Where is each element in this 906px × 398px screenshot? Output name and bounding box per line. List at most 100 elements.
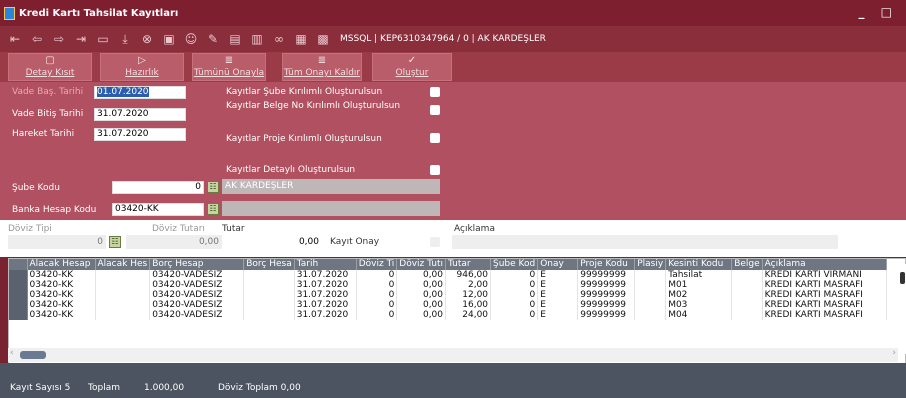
table-cell[interactable] [243,300,295,310]
table-cell[interactable]: 99999999 [577,280,636,290]
column-header[interactable]: Alacak Hes [95,259,151,270]
table-cell[interactable]: 03420-KK [27,290,96,300]
table-cell[interactable] [243,290,295,300]
table-row[interactable]: 03420-KK 03420-VADESIZ 31.07.2020 0 0,00 946,… [9,270,887,280]
table-cell[interactable] [634,300,667,310]
table-cell[interactable]: 0,00 [396,300,447,310]
column-header[interactable]: Döviz Tutı [396,259,447,270]
column-header[interactable]: Borç Hesa [243,259,295,270]
column-header[interactable]: Döviz Ti [356,259,398,270]
table-cell[interactable]: 24,00 [445,310,492,320]
table-cell[interactable] [634,280,667,290]
filter-icon[interactable]: ▤ [228,32,242,46]
table-cell[interactable]: 99999999 [577,270,636,280]
table-cell[interactable]: 0 [490,290,539,300]
table-cell[interactable]: E [537,280,579,290]
table-cell[interactable]: 03420-KK [27,300,96,310]
row-selector[interactable] [9,270,28,280]
table-cell[interactable]: KREDİ KARTI VİRMANI [762,270,887,280]
table-cell[interactable]: 03420-KK [27,270,96,280]
row-selector[interactable] [9,310,28,320]
table-cell[interactable] [95,280,151,290]
table-cell[interactable] [634,270,667,280]
sube-lookup-icon[interactable]: ☷ [207,181,219,193]
table-cell[interactable]: 0 [490,280,539,290]
table-cell[interactable]: 31.07.2020 [294,300,357,310]
table-cell[interactable] [95,270,151,280]
table-cell[interactable]: 0,00 [396,280,447,290]
hscroll-thumb[interactable] [20,351,46,359]
column-header[interactable]: Plasiy [634,259,667,270]
opt-detayli-checkbox[interactable] [430,165,440,175]
window-controls[interactable]: _ □ [858,5,898,19]
table-cell[interactable]: 03420-VADESIZ [149,290,245,300]
table-cell[interactable]: 946,00 [445,270,492,280]
table-cell[interactable]: KREDİ KARTI MASRAFI [762,290,887,300]
table-cell[interactable]: 0,00 [396,310,447,320]
table-cell[interactable] [243,280,295,290]
kayit-onay-checkbox[interactable] [430,237,440,247]
table-cell[interactable]: 03420-VADESIZ [149,280,245,290]
calendar-icon[interactable]: ▣ [162,32,176,46]
table-cell[interactable]: KREDİ KARTI MASRAFI [762,300,887,310]
table-row[interactable]: 03420-KK 03420-VADESIZ 31.07.2020 0 0,00 12,0… [9,290,887,300]
next-icon[interactable]: ⇨ [52,32,66,46]
table-cell[interactable]: 03420-VADESIZ [149,310,245,320]
table-cell[interactable]: 03420-KK [27,280,96,290]
vscroll-thumb[interactable] [900,272,905,284]
hareket-input[interactable]: 31.07.2020 [94,128,186,141]
column-header[interactable]: Açıklama [762,259,887,270]
table-cell[interactable]: 0 [356,310,398,320]
table-cell[interactable]: KREDİ KARTI MASRAFI [762,310,887,320]
detay-kisit-button[interactable]: ▢ Detay Kısıt [8,53,92,81]
table-cell[interactable]: M03 [665,300,733,310]
row-selector[interactable] [9,300,28,310]
scroll-left-icon[interactable]: ‹ [10,348,14,358]
table-cell[interactable]: 99999999 [577,290,636,300]
table-cell[interactable] [95,300,151,310]
row-selector[interactable] [9,290,28,300]
document-icon[interactable]: ▥ [250,32,264,46]
column-header[interactable]: Proje Kodu [577,259,636,270]
list-icon[interactable]: ▭ [96,32,110,46]
banka-input[interactable]: 03420-KK [112,203,204,216]
table-cell[interactable]: E [537,310,579,320]
table-cell[interactable]: E [537,270,579,280]
table-cell[interactable]: 03420-KK [27,310,96,320]
table-cell[interactable] [731,300,763,310]
table-cell[interactable]: 31.07.2020 [294,270,357,280]
user-icon[interactable]: ☺ [184,32,198,46]
column-header[interactable]: Kesinti Kodu [665,259,733,270]
prev-icon[interactable]: ⇦ [30,32,44,46]
table-cell[interactable]: 0 [356,300,398,310]
tum-onayi-kaldir-button[interactable]: ≣ Tüm Onayı Kaldır [282,53,362,81]
hazirlik-button[interactable]: ▷ Hazırlık [100,53,184,81]
column-header[interactable]: Alacak Hesap [27,259,96,270]
opt-proje-checkbox[interactable] [430,133,440,143]
horizontal-scrollbar[interactable]: ‹ › [8,348,898,362]
table-cell[interactable]: 31.07.2020 [294,310,357,320]
table-cell[interactable] [634,310,667,320]
table-cell[interactable]: 0 [356,290,398,300]
column-header[interactable]: Tarih [294,259,357,270]
table-cell[interactable]: E [537,290,579,300]
table-cell[interactable] [731,290,763,300]
table-cell[interactable]: M02 [665,290,733,300]
column-header[interactable]: Şube Kod [490,259,539,270]
table-cell[interactable] [243,270,295,280]
last-icon[interactable]: ⇥ [74,32,88,46]
tumunu-onayla-button[interactable]: ≣ Tümünü Onayla [192,53,266,81]
scroll-right-icon[interactable]: › [892,348,896,358]
doviz-lookup-icon[interactable]: ☷ [109,236,121,248]
opt-belge-checkbox[interactable] [430,105,440,115]
edit-icon[interactable]: ✎ [206,32,220,46]
table-cell[interactable]: KREDİ KARTI MASRAFI [762,280,887,290]
aciklama-input[interactable] [452,235,838,249]
download-icon[interactable]: ⤓ [118,32,132,46]
table-cell[interactable] [95,310,151,320]
banka-lookup-icon[interactable]: ☷ [207,203,219,215]
table-cell[interactable]: Tahsilat [665,270,733,280]
table-cell[interactable]: 12,00 [445,290,492,300]
table-cell[interactable]: 0 [356,270,398,280]
lock-icon[interactable]: ▦ [294,32,308,46]
